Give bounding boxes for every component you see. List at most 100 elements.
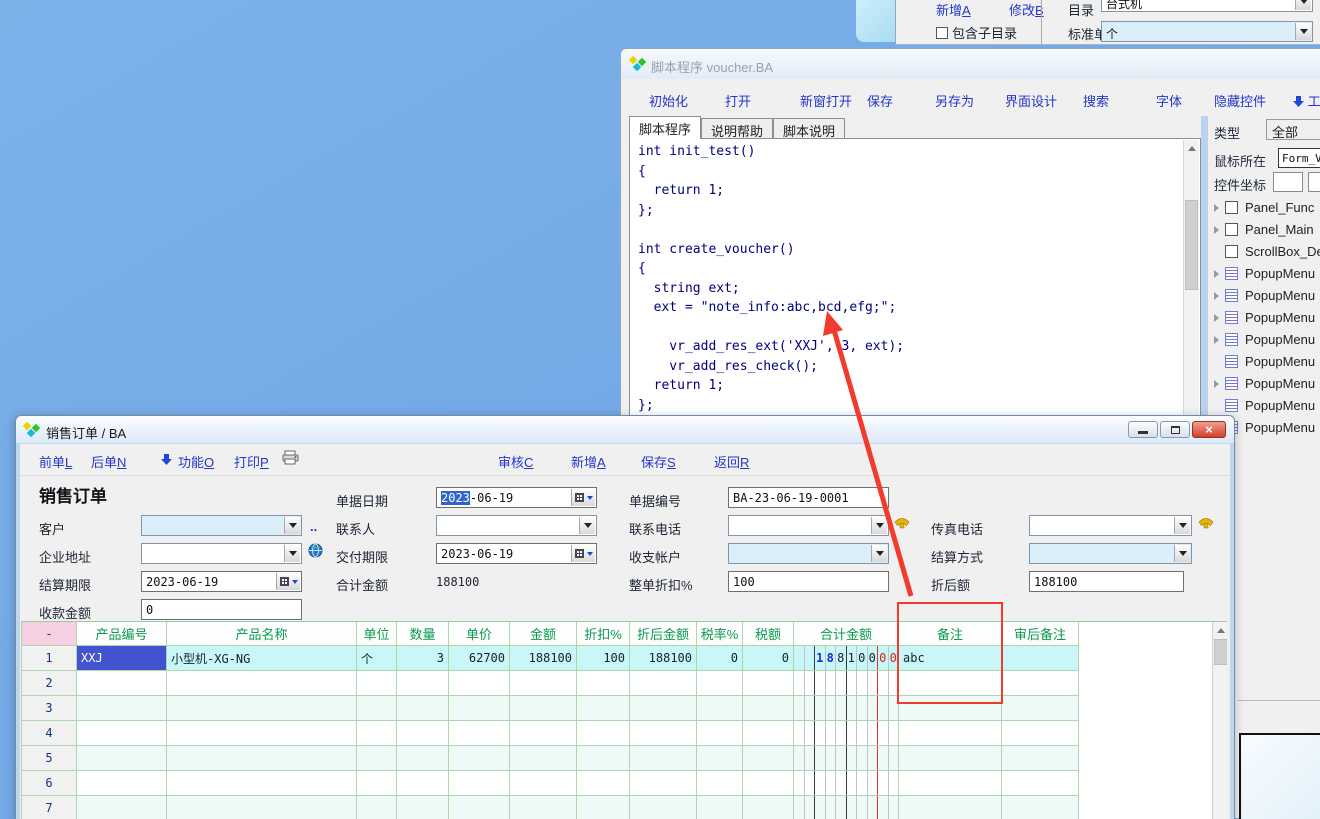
cell-r7-c9[interactable] [697,796,743,819]
expander-icon[interactable] [1214,314,1219,322]
cell-r4-c7[interactable] [577,721,630,746]
cell-r7-c8[interactable] [630,796,697,819]
tree-item-popupmenu[interactable]: PopupMenu [1209,263,1320,285]
cell-r7-c7[interactable] [577,796,630,819]
cell-r2-note[interactable] [899,671,1002,696]
checkbox-icon[interactable] [936,27,948,39]
cell-r6-c2[interactable] [167,771,357,796]
discounted-input[interactable]: 188100 [1029,571,1184,592]
cell-r7-total-amount[interactable] [794,796,899,819]
cell-r1-c10[interactable]: 0 [743,646,794,671]
script-tool-0[interactable]: 初始化 [649,91,688,110]
cell-r4-audit-note[interactable] [1002,721,1079,746]
cell-r2-c5[interactable] [449,671,510,696]
cell-r5-note[interactable] [899,746,1002,771]
chevron-down-icon[interactable] [284,517,300,534]
action-audit[interactable]: 审核C [498,452,533,471]
cell-r4-c5[interactable] [449,721,510,746]
tab-1[interactable]: 说明帮助 [701,118,773,139]
cell-r2-c9[interactable] [697,671,743,696]
cell-r2-c6[interactable] [510,671,577,696]
cell-r7-audit-note[interactable] [1002,796,1079,819]
cell-r5-c4[interactable] [397,746,449,771]
menu-prev-doc[interactable]: 前单L [39,452,72,471]
chevron-down-icon[interactable] [1295,23,1311,40]
chevron-down-icon[interactable] [1174,545,1190,562]
cell-r6-c4[interactable] [397,771,449,796]
cell-r4-c3[interactable] [357,721,397,746]
cell-r3-audit-note[interactable] [1002,696,1079,721]
tree-item-panel_func[interactable]: Panel_Func [1209,197,1320,219]
phone-icon[interactable] [894,515,910,536]
cell-r4-c2[interactable] [167,721,357,746]
tab-2[interactable]: 脚本说明 [773,118,845,139]
expander-icon[interactable] [1214,270,1219,278]
tree-item-popupmenu[interactable]: PopupMenu [1209,351,1320,373]
action-save[interactable]: 保存S [641,452,676,471]
account-combo[interactable] [728,543,889,564]
cell-r5-c1[interactable] [77,746,167,771]
modify-link[interactable]: 修改B [1009,0,1044,19]
cell-r5-c9[interactable] [697,746,743,771]
grid-scrollbar[interactable] [1212,622,1227,819]
cell-r7-c1[interactable] [77,796,167,819]
type-combo[interactable]: 全部 [1266,119,1320,140]
script-tool-6[interactable]: 搜索 [1083,91,1109,110]
close-button[interactable]: × [1192,421,1226,438]
cell-r1-audit-note[interactable] [1002,646,1079,671]
address-combo[interactable] [141,543,302,564]
sales-titlebar[interactable]: 销售订单 / BA × [16,416,1234,444]
cell-r1-note[interactable]: abc [899,646,1002,671]
cell-r3-c6[interactable] [510,696,577,721]
discount-input[interactable]: 100 [728,571,889,592]
cell-r7-c6[interactable] [510,796,577,819]
received-input[interactable]: 0 [141,599,302,620]
fax-combo[interactable] [1029,515,1192,536]
cell-r3-c2[interactable] [167,696,357,721]
deliver-date-input[interactable]: 2023-06-19 [436,543,597,564]
tree-item-popupmenu[interactable]: PopupMenu [1209,395,1320,417]
cell-r6-c1[interactable] [77,771,167,796]
tree-item-panel_main[interactable]: Panel_Main [1209,219,1320,241]
cell-r1-c9[interactable]: 0 [697,646,743,671]
cell-r3-c7[interactable] [577,696,630,721]
cell-r7-c4[interactable] [397,796,449,819]
cell-r7-c5[interactable] [449,796,510,819]
cell-r3-c4[interactable] [397,696,449,721]
cell-r6-c3[interactable] [357,771,397,796]
cell-r2-c10[interactable] [743,671,794,696]
cell-r5-c5[interactable] [449,746,510,771]
cell-r4-c4[interactable] [397,721,449,746]
cell-r6-c9[interactable] [697,771,743,796]
scroll-thumb[interactable] [1185,200,1198,290]
cell-r2-total-amount[interactable] [794,671,899,696]
cell-r7-note[interactable] [899,796,1002,819]
catalog-combo[interactable]: 台式机 [1101,0,1313,12]
cell-r5-c8[interactable] [630,746,697,771]
cell-r1-c2[interactable]: 小型机-XG-NG [167,646,357,671]
minimize-button[interactable] [1128,421,1158,438]
add-link[interactable]: 新增A [936,0,971,19]
doc-no-input[interactable]: BA-23-06-19-0001 [728,487,889,508]
cell-r3-c10[interactable] [743,696,794,721]
settle-term-date-input[interactable]: 2023-06-19 [141,571,302,592]
cell-r4-total-amount[interactable] [794,721,899,746]
cell-r3-note[interactable] [899,696,1002,721]
phone-icon[interactable] [1198,515,1214,536]
cell-r5-audit-note[interactable] [1002,746,1079,771]
scroll-thumb[interactable] [1214,639,1227,665]
cell-r4-c1[interactable] [77,721,167,746]
menu-functions[interactable]: 功能O [178,452,214,471]
cell-r1-total-amount[interactable]: 18810000 [794,646,899,671]
cell-r6-c10[interactable] [743,771,794,796]
script-tool-3[interactable]: 保存 [867,91,893,110]
expander-icon[interactable] [1214,226,1219,234]
tree-item-popupmenu[interactable]: PopupMenu [1209,329,1320,351]
cell-r5-c0[interactable]: 5 [22,746,77,771]
cell-r1-c1[interactable]: XXJ [77,646,167,671]
scroll-up-icon[interactable] [1185,141,1198,156]
cell-r2-c8[interactable] [630,671,697,696]
expander-icon[interactable] [1214,292,1219,300]
cell-r3-c1[interactable] [77,696,167,721]
coord-y-box[interactable] [1308,172,1320,192]
